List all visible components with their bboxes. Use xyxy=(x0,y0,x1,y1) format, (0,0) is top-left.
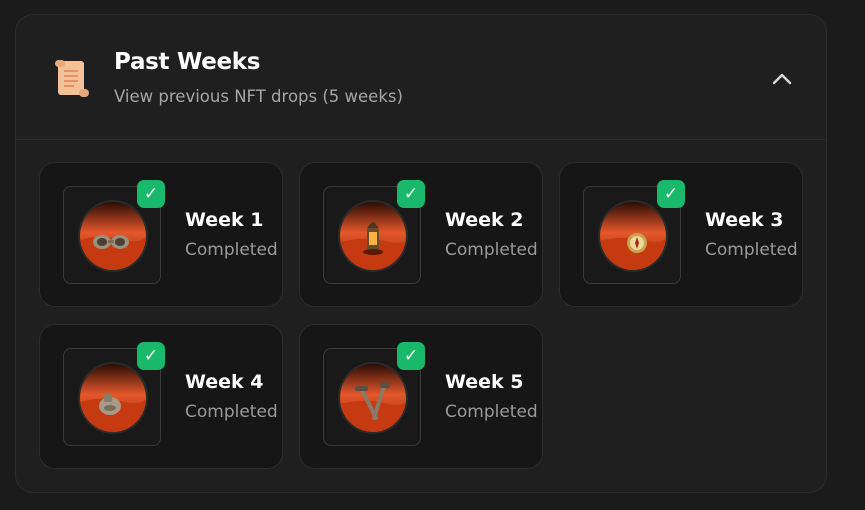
collapse-button[interactable] xyxy=(764,63,800,95)
week-card-5[interactable]: ✓ Week 5 Completed xyxy=(299,324,543,469)
panel-title: Past Weeks xyxy=(114,49,261,75)
status-label: Completed xyxy=(445,240,538,260)
chevron-up-icon xyxy=(772,73,792,85)
status-label: Completed xyxy=(445,402,538,422)
scroll-icon xyxy=(55,60,89,97)
week-card-2[interactable]: ✓ Week 2 Completed xyxy=(299,162,543,307)
status-label: Completed xyxy=(185,240,278,260)
past-weeks-panel: Past Weeks View previous NFT drops (5 we… xyxy=(15,14,827,493)
completed-check-icon: ✓ xyxy=(137,342,165,370)
goggles-artwork xyxy=(80,202,146,270)
crossed-tools-artwork xyxy=(340,364,406,432)
week-card-1[interactable]: ✓ Week 1 Completed xyxy=(39,162,283,307)
week-label: Week 4 xyxy=(185,371,264,393)
compass-artwork xyxy=(600,202,666,270)
panel-subtitle: View previous NFT drops (5 weeks) xyxy=(114,87,403,106)
completed-check-icon: ✓ xyxy=(397,342,425,370)
panel-header[interactable]: Past Weeks View previous NFT drops (5 we… xyxy=(16,15,826,140)
status-label: Completed xyxy=(185,402,278,422)
week-card-4[interactable]: ✓ Week 4 Completed xyxy=(39,324,283,469)
completed-check-icon: ✓ xyxy=(397,180,425,208)
completed-check-icon: ✓ xyxy=(657,180,685,208)
week-card-3[interactable]: ✓ Week 3 Completed xyxy=(559,162,803,307)
week-label: Week 5 xyxy=(445,371,524,393)
week-label: Week 3 xyxy=(705,209,784,231)
week-label: Week 2 xyxy=(445,209,524,231)
lantern-artwork xyxy=(340,202,406,270)
water-flask-artwork xyxy=(80,364,146,432)
completed-check-icon: ✓ xyxy=(137,180,165,208)
week-label: Week 1 xyxy=(185,209,264,231)
status-label: Completed xyxy=(705,240,798,260)
